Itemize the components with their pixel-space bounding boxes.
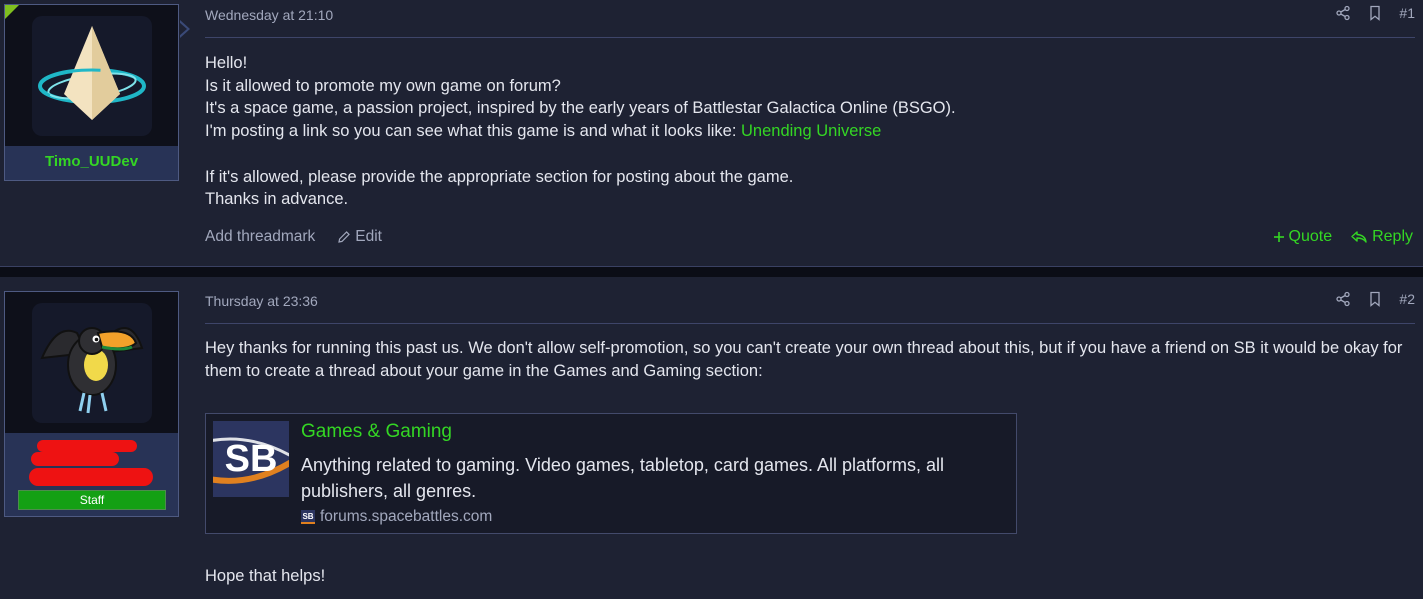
staff-badge: Staff: [18, 490, 166, 510]
embed-domain-text: forums.spacebattles.com: [320, 508, 493, 525]
post-number[interactable]: #1: [1399, 5, 1415, 21]
user-block: Staff: [4, 291, 179, 517]
post-1: Timo_UUDev Wednesday at 21:10 #1 Hello! …: [0, 0, 1423, 267]
redaction: [37, 440, 137, 452]
embed-description: Anything related to gaming. Video games,…: [301, 455, 945, 501]
reply-icon: [1351, 231, 1367, 243]
quote-label: Quote: [1288, 228, 1333, 245]
link-preview-card[interactable]: SB Games & Gaming Anything related to ga…: [205, 413, 1017, 534]
quote-button[interactable]: Quote: [1273, 228, 1333, 246]
message-arrow: [179, 20, 190, 38]
post-2: Staff Thursday at 23:36 #2 Hey thanks fo…: [0, 277, 1423, 599]
post-closing-line: Hope that helps!: [205, 567, 326, 585]
reply-label: Reply: [1372, 228, 1413, 245]
edit-label: Edit: [355, 228, 382, 245]
post-line: Thanks in advance.: [205, 190, 349, 209]
post-timestamp[interactable]: Wednesday at 21:10: [205, 7, 333, 23]
post-footer-left: Add threadmark Edit: [205, 228, 382, 246]
share-icon[interactable]: [1335, 291, 1351, 307]
post-actions-top: #1: [1335, 5, 1415, 21]
add-threadmark-link[interactable]: Add threadmark: [205, 228, 315, 246]
avatar-image: [31, 15, 152, 136]
post-body: Hey thanks for running this past us. We …: [205, 339, 1403, 380]
toucan-icon: [39, 326, 143, 413]
avatar[interactable]: [5, 5, 178, 146]
post-separator: [0, 267, 1423, 277]
site-favicon: SB: [301, 510, 315, 524]
redaction: [31, 452, 119, 466]
post-line: It's a space game, a passion project, in…: [205, 99, 956, 118]
user-block: Timo_UUDev: [4, 4, 179, 181]
edit-link[interactable]: Edit: [337, 228, 382, 246]
sb-logo-text: SB: [224, 438, 278, 480]
bookmark-icon[interactable]: [1367, 291, 1383, 307]
reply-button[interactable]: Reply: [1350, 228, 1413, 246]
post-line: Is it allowed to promote my own game on …: [205, 76, 561, 95]
share-icon[interactable]: [1335, 5, 1351, 21]
post-footer-right: Quote Reply: [1273, 228, 1413, 246]
sb-logo: SB: [213, 421, 289, 497]
redaction: [29, 468, 153, 486]
game-link[interactable]: Unending Universe: [741, 122, 881, 140]
post-number[interactable]: #2: [1399, 291, 1415, 307]
plus-icon: [1273, 232, 1284, 242]
post-actions-top: #2: [1335, 291, 1415, 307]
bookmark-icon[interactable]: [1367, 5, 1383, 21]
post-timestamp[interactable]: Thursday at 23:36: [205, 293, 318, 309]
pencil-icon: [338, 231, 351, 243]
avatar[interactable]: [5, 292, 178, 433]
header-divider: [205, 323, 1415, 324]
avatar-image: [31, 302, 152, 423]
username[interactable]: Timo_UUDev: [5, 153, 178, 170]
post-line: If it's allowed, please provide the appr…: [205, 167, 794, 186]
pyramid-logo-icon: [37, 25, 146, 120]
post-line-text: I'm posting a link so you can see what t…: [205, 122, 742, 141]
embed-domain: SB forums.spacebattles.com: [301, 508, 492, 526]
post-line: I'm posting a link so you can see what t…: [205, 120, 1405, 143]
post-line: Hello!: [205, 54, 248, 72]
post-body: Hello! Is it allowed to promote my own g…: [205, 52, 1405, 211]
embed-title[interactable]: Games & Gaming: [301, 421, 452, 443]
online-indicator: [5, 5, 19, 19]
header-divider: [205, 37, 1415, 38]
